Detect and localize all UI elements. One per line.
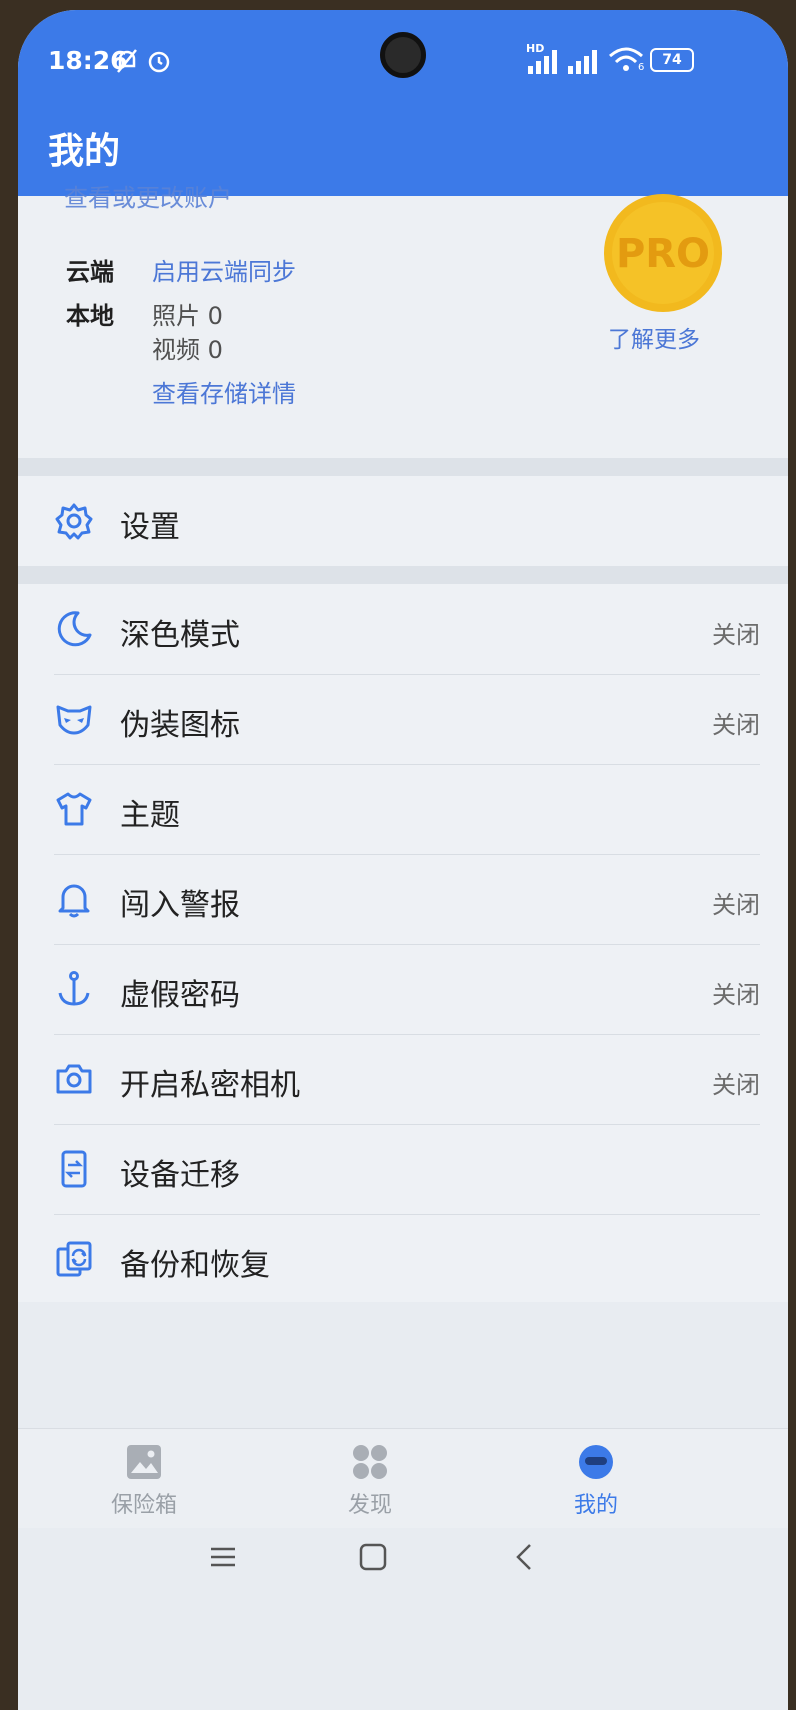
toggle-state: 关闭 [712, 891, 760, 919]
menu-item-intruder-alert[interactable]: 闯入警报 关闭 [54, 854, 760, 944]
mask-icon [56, 705, 92, 735]
device-transfer-icon [61, 1150, 87, 1188]
back-icon[interactable] [510, 1542, 540, 1572]
tab-label: 发现 [347, 1493, 392, 1518]
menu-item-disguise-icon[interactable]: 伪装图标 关闭 [54, 674, 760, 764]
alarm-icon [148, 51, 170, 73]
backup-icon [56, 1241, 92, 1277]
menu-item-backup-restore[interactable]: 备份和恢复 [54, 1214, 760, 1304]
tab-label: 我的 [573, 1493, 618, 1518]
menu-icon[interactable] [208, 1542, 238, 1572]
bottom-tab-bar: 保险箱 发现 我的 [18, 1428, 788, 1529]
menu-item-label: 伪装图标 [120, 708, 240, 743]
change-account-link[interactable]: 查看或更改账户 [64, 178, 232, 213]
menu-item-label: 深色模式 [120, 618, 240, 653]
videos-count: 视频 0 [152, 336, 223, 364]
section-separator [18, 458, 788, 476]
avatar-icon [579, 1445, 613, 1479]
enable-cloud-sync-link[interactable]: 启用云端同步 [152, 252, 296, 287]
learn-more-link[interactable]: 了解更多 [608, 320, 700, 354]
photos-count: 照片 0 [152, 302, 223, 330]
gear-icon [55, 503, 93, 540]
camera-icon [56, 1064, 92, 1094]
toggle-state: 关闭 [712, 711, 760, 739]
anchor-icon [58, 971, 90, 1006]
settings-section: 设置 [18, 476, 788, 566]
storage-details-link[interactable]: 查看存储详情 [152, 374, 296, 409]
status-bar: 18:26 HD 6 74 [18, 10, 788, 86]
image-icon [127, 1445, 161, 1479]
toggle-state: 关闭 [712, 981, 760, 1009]
phone-screen: 18:26 HD 6 74 我的 查看或更改账户 云端 启用云端同步 本地 照片… [18, 10, 788, 1710]
signal-icon-2 [568, 50, 597, 74]
battery-indicator: 74 [650, 48, 694, 72]
settings-label: 设置 [120, 510, 180, 545]
settings-item[interactable]: 设置 [54, 476, 760, 566]
menu-item-dark-mode[interactable]: 深色模式 关闭 [54, 584, 760, 674]
tab-label: 保险箱 [110, 1493, 177, 1518]
menu-item-label: 虚假密码 [120, 978, 240, 1013]
menu-item-label: 闯入警报 [120, 888, 240, 923]
signal-icon [528, 50, 557, 74]
menu-item-device-migration[interactable]: 设备迁移 [54, 1124, 760, 1214]
moon-icon [57, 611, 92, 647]
menu-item-label: 开启私密相机 [120, 1068, 300, 1103]
system-nav-bar [18, 1528, 788, 1710]
account-card: 查看或更改账户 云端 启用云端同步 本地 照片 0 视频 0 查看存储详情 PR… [18, 184, 788, 458]
mute-bell-icon [117, 49, 137, 73]
menu-item-label: 主题 [120, 798, 180, 833]
menu-item-label: 设备迁移 [120, 1158, 240, 1193]
tab-discover[interactable]: 发现 [310, 1443, 430, 1519]
front-camera [380, 32, 426, 78]
menu-item-private-camera[interactable]: 开启私密相机 关闭 [54, 1034, 760, 1124]
pro-badge[interactable]: PRO [604, 194, 722, 312]
toggle-state: 关闭 [712, 1071, 760, 1099]
tab-me[interactable]: 我的 [536, 1443, 656, 1519]
local-label: 本地 [66, 302, 114, 330]
cloud-label: 云端 [66, 258, 114, 286]
menu-item-label: 备份和恢复 [120, 1248, 270, 1283]
grid-icon [353, 1445, 387, 1479]
page-title: 我的 [48, 131, 121, 172]
bell-icon [58, 884, 90, 918]
feature-menu: 深色模式 关闭 伪装图标 关闭 主题 闯入警报 关闭 虚假密码 关闭 开启私密相… [18, 584, 788, 1302]
section-separator-2 [18, 566, 788, 584]
toggle-state: 关闭 [712, 621, 760, 649]
tab-vault[interactable]: 保险箱 [84, 1443, 204, 1519]
wifi-badge: 6 [638, 62, 645, 73]
shirt-icon [56, 792, 92, 826]
home-icon[interactable] [358, 1542, 388, 1572]
menu-item-fake-password[interactable]: 虚假密码 关闭 [54, 944, 760, 1034]
menu-item-theme[interactable]: 主题 [54, 764, 760, 854]
